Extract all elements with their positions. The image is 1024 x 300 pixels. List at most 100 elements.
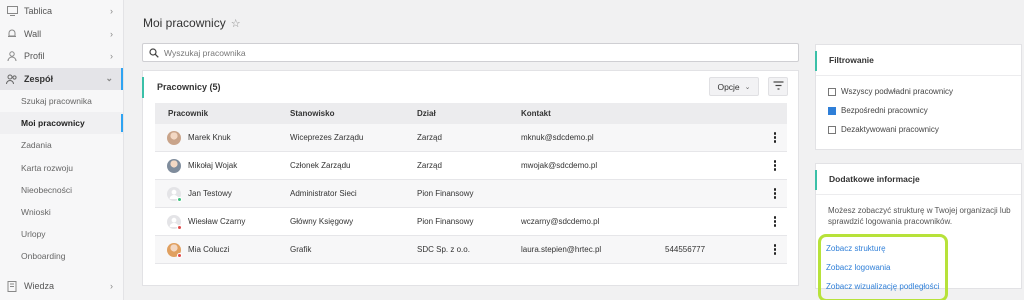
chevron-right-icon: › (110, 281, 113, 292)
avatar (167, 130, 181, 145)
table-row[interactable]: Wiesław Czarny Główny Księgowy Pion Finans… (155, 208, 787, 236)
employee-position: Wiceprezes Zarządu (290, 133, 364, 142)
employee-cell[interactable]: Mia Coluczi (155, 242, 288, 258)
options-label: Opcje (717, 81, 740, 92)
table-row[interactable]: Jan Testowy Administrator Sieci Pion Finan… (155, 180, 787, 208)
chevron-right-icon: › (110, 28, 113, 39)
sidebar-subitem-onboarding[interactable]: Onboarding (0, 245, 123, 267)
info-panel: Dodatkowe informacje Możesz zobaczyć str… (815, 163, 1022, 300)
avatar (167, 158, 181, 173)
employee-phone: 544556777 (665, 245, 706, 254)
sidebar-item-label: Wall (24, 28, 42, 39)
filter-option-label: Bezpośredni pracownicy (841, 106, 928, 115)
search-input[interactable] (164, 47, 764, 58)
filter-button[interactable] (768, 77, 788, 96)
employee-position: Administrator Sieci (290, 189, 357, 198)
table-row[interactable]: Mia Coluczi Grafik SDC Sp. z o.o. laura.ste… (155, 236, 787, 264)
sidebar-item-wiedza[interactable]: Wiedza › (0, 275, 123, 298)
checkbox[interactable] (828, 125, 836, 134)
panel-accent-bar (815, 170, 817, 190)
chevron-right-icon: › (110, 51, 113, 62)
sidebar-subitem-szukaj[interactable]: Szukaj pracownika (0, 90, 123, 112)
status-dot (177, 252, 182, 258)
row-menu-button[interactable] (763, 188, 787, 199)
employee-cell[interactable]: Wiesław Czarny (155, 214, 288, 230)
sidebar-item-tablica[interactable]: Tablica › (0, 0, 123, 23)
avatar (167, 186, 182, 202)
sidebar-subitem-zadania[interactable]: Zadania (0, 134, 123, 156)
row-menu-button[interactable] (763, 132, 787, 143)
filter-option[interactable]: Dezaktywowani pracownicy (816, 120, 1021, 139)
sidebar-subitem-moi-pracownicy[interactable]: Moi pracownicy (0, 112, 123, 135)
status-dot (177, 196, 182, 202)
checkbox[interactable] (828, 87, 836, 96)
panel-accent-bar (815, 51, 817, 71)
row-menu-button[interactable] (763, 244, 787, 255)
employee-department: SDC Sp. z o.o. (417, 245, 470, 254)
kebab-icon (773, 160, 777, 171)
chevron-down-icon: ⌄ (105, 73, 113, 84)
table-row[interactable]: Mikołaj Wojak Członek Zarządu Zarząd mwojak… (155, 152, 787, 180)
employee-email: wczarny@sdcdemo.pl (521, 217, 600, 226)
page-title-text: Moi pracownicy (143, 16, 226, 30)
employee-name: Jan Testowy (188, 189, 232, 198)
employee-name: Mia Coluczi (188, 245, 230, 254)
star-icon[interactable]: ☆ (231, 17, 241, 30)
filter-option-label: Wszyscy podwładni pracownicy (841, 87, 954, 96)
employee-cell[interactable]: Marek Knuk (155, 130, 288, 145)
employees-title: Pracownicy (5) (157, 82, 221, 92)
search-bar[interactable] (142, 43, 799, 62)
avatar (167, 242, 182, 258)
kebab-icon (773, 244, 777, 255)
book-icon (6, 280, 18, 292)
employee-position: Grafik (290, 245, 312, 254)
filter-option-label: Dezaktywowani pracownicy (841, 125, 939, 134)
checkbox[interactable] (828, 106, 836, 115)
link-visualization[interactable]: Zobacz wizualizację podległości (826, 277, 941, 296)
table-row[interactable]: Marek Knuk Wiceprezes Zarządu Zarząd mknuk@… (155, 124, 787, 152)
column-header[interactable]: Stanowisko (288, 109, 415, 118)
employee-department: Pion Finansowy (417, 189, 474, 198)
column-header[interactable]: Pracownik (155, 109, 288, 118)
links-highlight: Zobacz strukturę Zobacz logowania Zobacz… (818, 234, 948, 300)
employee-position: Główny Księgowy (290, 217, 354, 226)
sidebar-item-profil[interactable]: Profil › (0, 45, 123, 68)
employee-name: Marek Knuk (188, 133, 231, 142)
options-button[interactable]: Opcje ⌄ (709, 77, 759, 96)
kebab-icon (773, 216, 777, 227)
row-menu-button[interactable] (763, 216, 787, 227)
employee-email: laura.stepien@hrtec.pl (521, 245, 602, 254)
kebab-icon (773, 188, 777, 199)
employee-name: Mikołaj Wojak (188, 161, 238, 170)
link-logins[interactable]: Zobacz logowania (826, 258, 941, 277)
employee-position: Członek Zarządu (290, 161, 351, 170)
avatar (167, 214, 182, 230)
sidebar-item-label: Wiedza (24, 281, 55, 292)
employee-department: Pion Finansowy (417, 217, 474, 226)
employee-cell[interactable]: Mikołaj Wojak (155, 158, 288, 173)
sidebar-item-zespol[interactable]: Zespół ⌄ (0, 67, 123, 90)
page-title: Moi pracownicy ☆ (143, 16, 241, 30)
search-icon (149, 47, 159, 58)
sidebar: Tablica › Wall › Profil › Zespół ⌄ Szuka… (0, 0, 124, 300)
monitor-icon (6, 5, 18, 17)
column-header[interactable]: Dział (415, 109, 519, 118)
employee-department: Zarząd (417, 161, 442, 170)
kebab-icon (773, 132, 777, 143)
sidebar-item-label: Tablica (24, 6, 53, 17)
sidebar-item-label: Zespół (24, 73, 54, 84)
chevron-down-icon: ⌄ (744, 83, 751, 91)
link-structure[interactable]: Zobacz strukturę (826, 239, 941, 258)
filter-option[interactable]: Wszyscy podwładni pracownicy (816, 82, 1021, 101)
row-menu-button[interactable] (763, 160, 787, 171)
sidebar-subitem-karta-rozwoju[interactable]: Karta rozwoju (0, 157, 123, 179)
sidebar-subitem-urlopy[interactable]: Urlopy (0, 223, 123, 245)
column-header[interactable]: Kontakt (519, 109, 663, 118)
sidebar-subitem-nieobecnosci[interactable]: Nieobecności (0, 179, 123, 201)
filter-option[interactable]: Bezpośredni pracownicy (816, 101, 1021, 120)
info-text: Możesz zobaczyć strukturę w Twojej organ… (828, 206, 1011, 226)
employee-cell[interactable]: Jan Testowy (155, 186, 288, 202)
sidebar-item-label: Profil (24, 51, 45, 62)
sidebar-subitem-wnioski[interactable]: Wnioski (0, 201, 123, 223)
sidebar-item-wall[interactable]: Wall › (0, 23, 123, 46)
